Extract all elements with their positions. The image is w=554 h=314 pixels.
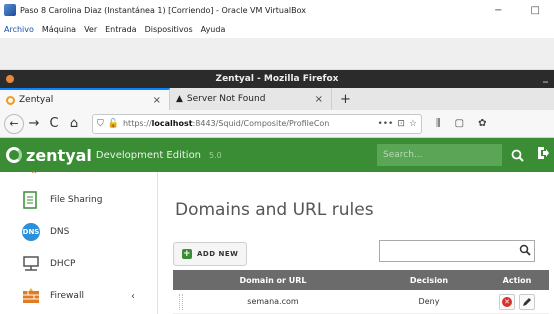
sidebar-toggle-icon[interactable]: ▢ — [455, 118, 464, 129]
column-header-decision: Decision — [409, 275, 449, 285]
guest-top-panel — [0, 38, 554, 70]
cell-decision: Deny — [418, 297, 440, 306]
main-content: Domains and URL rules + ADD NEW Domain o… — [159, 172, 554, 314]
tab-label: Server Not Found — [186, 94, 266, 104]
tab-close-icon[interactable]: × — [153, 95, 161, 106]
menu-archivo[interactable]: Archivo — [4, 25, 34, 34]
cell-domain: semana.com — [247, 297, 299, 306]
delete-icon: ✕ — [502, 296, 512, 307]
column-header-action: Action — [502, 275, 532, 285]
pencil-icon — [523, 297, 531, 306]
home-button[interactable]: ⌂ — [64, 116, 84, 131]
table-header: Domain or URL Decision Action — [173, 270, 549, 290]
sidebar-item-dhcp[interactable]: DHCP — [0, 248, 157, 280]
pocket-icon[interactable]: ⊡ — [397, 119, 405, 129]
search-input[interactable]: Search... — [377, 144, 502, 166]
back-button[interactable]: ← — [4, 113, 24, 134]
tab-server-not-found[interactable]: ▲ Server Not Found × — [170, 88, 332, 110]
firefox-minimize-button[interactable]: _ — [543, 72, 548, 83]
menu-maquina[interactable]: Máquina — [42, 25, 76, 34]
menu-dispositivos[interactable]: Dispositivos — [145, 25, 193, 34]
search-icon[interactable] — [519, 244, 531, 259]
dns-icon: DNS — [22, 223, 40, 241]
maximize-button[interactable]: □ — [531, 5, 540, 16]
new-tab-button[interactable]: + — [332, 88, 359, 110]
cell-actions: ✕ — [485, 293, 549, 310]
logout-icon[interactable] — [532, 146, 554, 164]
menu-ayuda[interactable]: Ayuda — [201, 25, 226, 34]
sidebar-partial-icon: ⌃ — [30, 170, 39, 181]
lock-warning-icon[interactable]: 🔓 — [108, 119, 119, 129]
tab-zentyal[interactable]: Zentyal × — [0, 88, 170, 110]
add-new-button[interactable]: + ADD NEW — [173, 242, 248, 266]
sidebar-item-label: File Sharing — [50, 195, 103, 205]
tab-strip: Zentyal × ▲ Server Not Found × + — [0, 88, 554, 110]
vbox-titlebar: Paso 8 Carolina Diaz (Instantánea 1) [Co… — [0, 0, 554, 20]
sidebar-item-firewall[interactable]: Firewall ‹ — [0, 280, 157, 312]
extensions-icon[interactable]: ✿ — [478, 118, 486, 129]
sidebar: ⌃ File Sharing DNS DNS DHCP Firewall ‹ — [0, 170, 158, 314]
url-text[interactable]: https://localhost:8443/Squid/Composite/P… — [123, 119, 373, 128]
tab-label: Zentyal — [19, 95, 54, 105]
chevron-left-icon[interactable]: ‹ — [131, 291, 135, 302]
version-label: 5.0 — [209, 150, 222, 160]
delete-button[interactable]: ✕ — [499, 293, 515, 310]
edition-label: Development Edition — [95, 149, 202, 161]
sidebar-item-dns[interactable]: DNS DNS — [0, 216, 157, 248]
menu-entrada[interactable]: Entrada — [105, 25, 136, 34]
firefox-icon — [6, 75, 14, 83]
url-bar[interactable]: ⛉ 🔓 https://localhost:8443/Squid/Composi… — [92, 113, 422, 134]
firefox-titlebar: Zentyal - Mozilla Firefox _ — [0, 70, 554, 88]
sidebar-item-file-sharing[interactable]: File Sharing — [0, 184, 157, 216]
file-sharing-icon — [22, 191, 40, 209]
bookmark-star-icon[interactable]: ☆ — [409, 119, 417, 129]
zentyal-favicon-icon — [6, 95, 15, 105]
column-header-domain: Domain or URL — [239, 275, 307, 285]
warning-icon: ▲ — [176, 94, 183, 104]
dhcp-icon — [22, 255, 40, 273]
rules-table: Domain or URL Decision Action semana.com… — [173, 270, 549, 314]
tab-close-icon[interactable]: × — [315, 94, 323, 105]
sidebar-item-label: DHCP — [50, 259, 76, 269]
virtualbox-icon — [4, 4, 16, 16]
firefox-window-title: Zentyal - Mozilla Firefox — [215, 74, 339, 84]
navigation-toolbar: ← → C ⌂ ⛉ 🔓 https://localhost:8443/Squid… — [0, 110, 554, 138]
minimize-button[interactable]: − — [494, 5, 502, 16]
zentyal-logo[interactable]: zentyal — [6, 146, 92, 165]
filter-field[interactable] — [379, 240, 535, 262]
sidebar-item-label: DNS — [50, 227, 70, 237]
table-row: semana.com Deny ✕ — [173, 290, 549, 314]
library-icon[interactable]: ⫼ — [436, 118, 441, 129]
sidebar-item-label: Firewall — [50, 291, 84, 301]
edit-button[interactable] — [519, 293, 535, 310]
shield-icon[interactable]: ⛉ — [97, 119, 104, 129]
reload-button[interactable]: C — [44, 116, 64, 131]
page-title: Domains and URL rules — [175, 200, 374, 220]
plus-icon: + — [182, 249, 192, 259]
firewall-icon — [22, 287, 40, 305]
forward-button[interactable]: → — [24, 116, 44, 131]
menu-ver[interactable]: Ver — [84, 25, 97, 34]
page-actions-button[interactable]: ••• — [377, 119, 393, 129]
vbox-menubar: Archivo Máquina Ver Entrada Dispositivos… — [0, 20, 554, 38]
vbox-window-title: Paso 8 Carolina Diaz (Instantánea 1) [Co… — [20, 5, 306, 15]
zentyal-header: zentyal Development Edition 5.0 Search..… — [0, 138, 554, 172]
filter-input[interactable] — [382, 242, 519, 260]
drag-handle-icon[interactable] — [179, 294, 183, 310]
search-icon[interactable] — [502, 144, 532, 166]
zentyal-logo-icon — [6, 147, 22, 163]
